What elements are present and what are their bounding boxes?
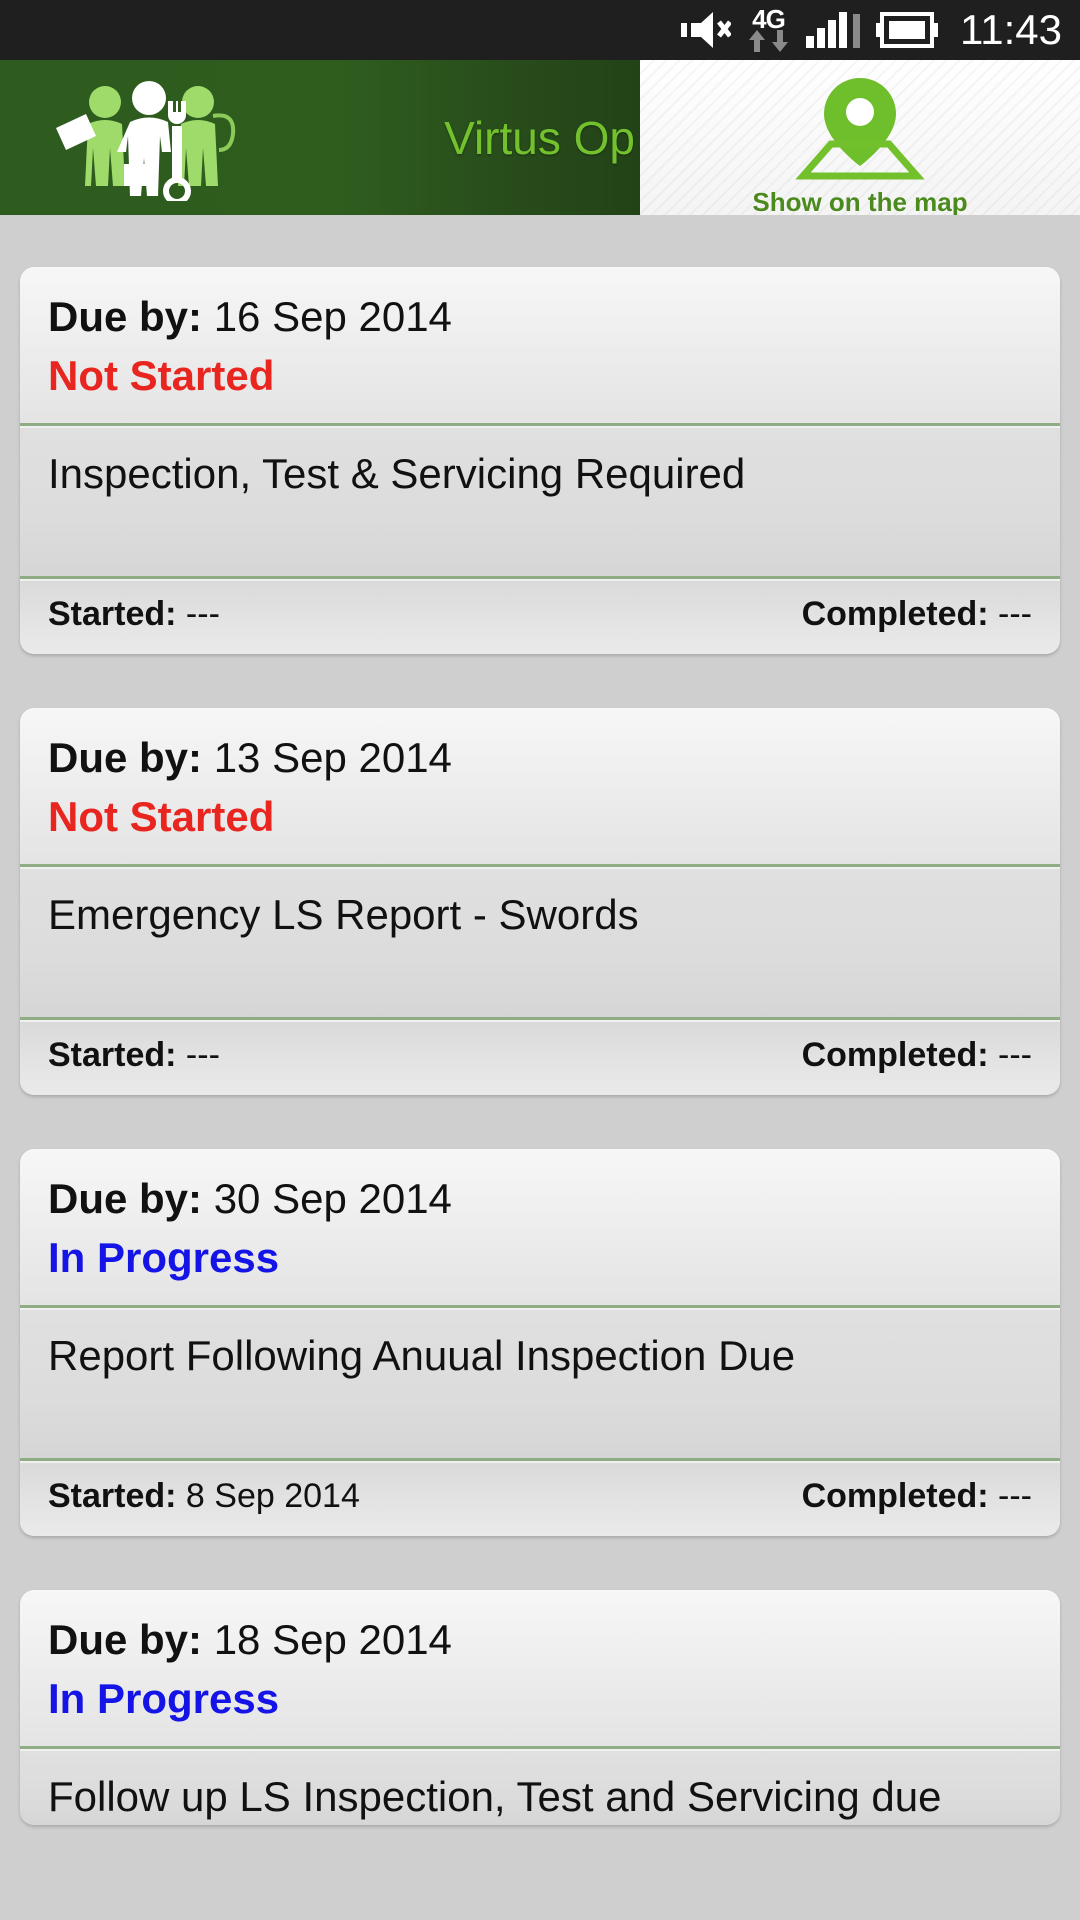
started-label: Started:	[48, 595, 177, 633]
due-by-label: Due by:	[48, 293, 203, 340]
task-card[interactable]: Due by: 13 Sep 2014 Not Started Emergenc…	[20, 708, 1060, 1095]
task-card-body: Follow up LS Inspection, Test and Servic…	[20, 1751, 1060, 1825]
completed-field: Completed: ---	[802, 595, 1032, 634]
task-card-footer: Started: 8 Sep 2014 Completed: ---	[20, 1463, 1060, 1536]
completed-value: ---	[998, 595, 1032, 633]
due-by-value: 16 Sep 2014	[213, 293, 452, 340]
task-description: Emergency LS Report - Swords	[48, 891, 639, 938]
task-card-footer: Started: --- Completed: ---	[20, 1022, 1060, 1095]
started-label: Started:	[48, 1477, 177, 1515]
task-card-body: Inspection, Test & Servicing Required	[20, 428, 1060, 576]
status-badge: Not Started	[48, 793, 275, 840]
task-card[interactable]: Due by: 30 Sep 2014 In Progress Report F…	[20, 1149, 1060, 1536]
battery-icon	[876, 11, 938, 49]
signal-bars-icon	[806, 12, 860, 48]
task-card-body: Emergency LS Report - Swords	[20, 869, 1060, 1017]
started-field: Started: ---	[48, 595, 220, 634]
status-badge: In Progress	[48, 1234, 280, 1281]
status-badge: Not Started	[48, 352, 275, 399]
started-field: Started: 8 Sep 2014	[48, 1477, 360, 1516]
completed-label: Completed:	[801, 595, 989, 633]
task-card-footer: Started: --- Completed: ---	[20, 581, 1060, 654]
network-type-label: 4G	[752, 4, 786, 34]
updown-arrows-icon	[747, 29, 790, 53]
status-bar: 4G 11:43	[0, 0, 1080, 60]
started-value: 8 Sep 2014	[185, 1477, 360, 1515]
due-by-value: 30 Sep 2014	[213, 1175, 452, 1222]
app-header: Virtus Op Show on the map	[0, 60, 1080, 215]
map-pin-icon	[785, 72, 935, 185]
due-by-row: Due by: 16 Sep 2014	[48, 289, 1032, 345]
task-description: Report Following Anuual Inspection Due	[48, 1332, 796, 1379]
completed-label: Completed:	[801, 1477, 989, 1515]
due-by-value: 13 Sep 2014	[213, 734, 452, 781]
task-card-header: Due by: 18 Sep 2014 In Progress	[20, 1590, 1060, 1746]
completed-value: ---	[998, 1036, 1032, 1074]
task-card-header: Due by: 30 Sep 2014 In Progress	[20, 1149, 1060, 1305]
task-card[interactable]: Due by: 16 Sep 2014 Not Started Inspecti…	[20, 267, 1060, 654]
show-on-map-button[interactable]: Show on the map	[640, 60, 1080, 215]
started-value: ---	[185, 1036, 220, 1074]
task-card-body: Report Following Anuual Inspection Due	[20, 1310, 1060, 1458]
due-by-value: 18 Sep 2014	[213, 1616, 452, 1663]
task-description: Follow up LS Inspection, Test and Servic…	[48, 1773, 942, 1820]
status-bar-clock: 11:43	[960, 6, 1062, 53]
task-list[interactable]: Due by: 16 Sep 2014 Not Started Inspecti…	[0, 215, 1080, 1920]
page-title: Virtus Op	[444, 111, 635, 164]
due-by-row: Due by: 13 Sep 2014	[48, 730, 1032, 786]
started-field: Started: ---	[48, 1036, 220, 1075]
volume-mute-icon	[679, 9, 731, 51]
due-by-row: Due by: 18 Sep 2014	[48, 1612, 1032, 1668]
completed-label: Completed:	[801, 1036, 989, 1074]
task-card[interactable]: Due by: 18 Sep 2014 In Progress Follow u…	[20, 1590, 1060, 1825]
completed-value: ---	[998, 1477, 1032, 1515]
due-by-label: Due by:	[48, 734, 203, 781]
due-by-label: Due by:	[48, 1616, 203, 1663]
task-card-header: Due by: 13 Sep 2014 Not Started	[20, 708, 1060, 864]
task-description: Inspection, Test & Servicing Required	[48, 450, 746, 497]
completed-field: Completed: ---	[802, 1036, 1032, 1075]
started-label: Started:	[48, 1036, 177, 1074]
data-transfer-icon: 4G	[747, 4, 790, 53]
status-badge: In Progress	[48, 1675, 280, 1722]
show-on-map-label: Show on the map	[752, 187, 968, 215]
started-value: ---	[185, 595, 220, 633]
completed-field: Completed: ---	[802, 1477, 1032, 1516]
due-by-label: Due by:	[48, 1175, 203, 1222]
due-by-row: Due by: 30 Sep 2014	[48, 1171, 1032, 1227]
task-card-header: Due by: 16 Sep 2014 Not Started	[20, 267, 1060, 423]
